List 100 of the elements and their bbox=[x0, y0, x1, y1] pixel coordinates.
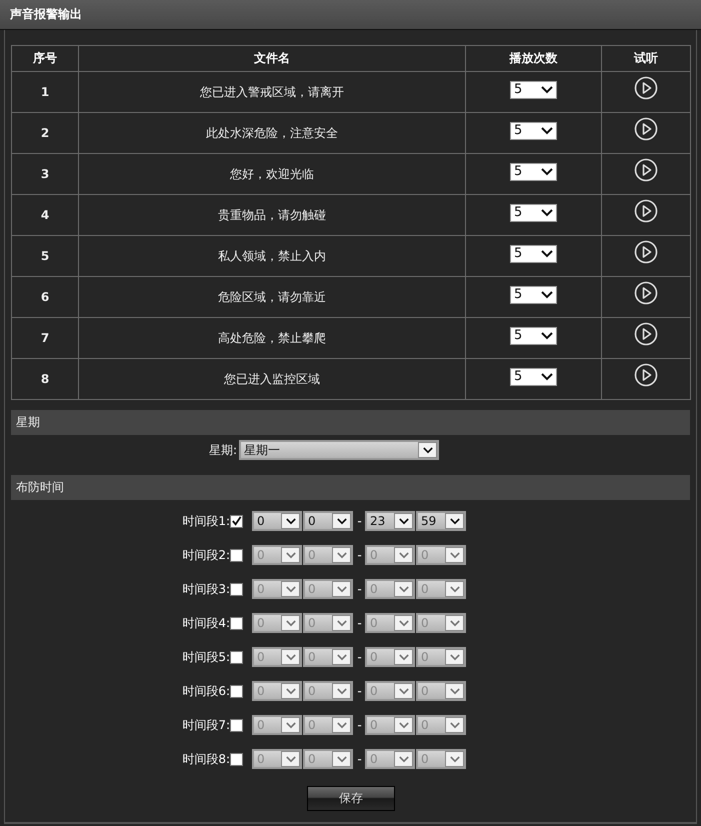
period-label: 时间段8: bbox=[181, 750, 230, 768]
play-icon[interactable] bbox=[634, 76, 658, 100]
play-icon[interactable] bbox=[634, 322, 658, 346]
table-cell: 1 bbox=[12, 72, 78, 112]
time-dropdown[interactable]: 0 bbox=[303, 511, 353, 531]
checkbox[interactable] bbox=[230, 548, 243, 562]
chevron-down-icon bbox=[450, 586, 460, 592]
count-dropdown[interactable]: 5 bbox=[510, 80, 557, 99]
play-icon[interactable] bbox=[634, 199, 658, 223]
count-dropdown[interactable]: 5 bbox=[510, 162, 557, 181]
time-dropdown[interactable]: 0 bbox=[252, 715, 302, 735]
count-dropdown[interactable]: 5 bbox=[510, 204, 557, 222]
section-title: 布防时间 bbox=[16, 479, 64, 496]
chevron-down-icon bbox=[286, 552, 296, 558]
period-label: 时间段2: bbox=[181, 546, 230, 564]
time-dropdown[interactable]: 0 bbox=[365, 579, 415, 599]
time-dropdown[interactable]: 0 bbox=[303, 749, 353, 769]
chevron-down-icon bbox=[422, 446, 433, 454]
checkbox[interactable] bbox=[230, 718, 243, 732]
period-label: 时间段3: bbox=[181, 580, 230, 598]
count-dropdown[interactable]: 5 bbox=[510, 368, 557, 386]
time-dropdown[interactable]: 0 bbox=[303, 715, 353, 735]
time-dropdown[interactable]: 0 bbox=[252, 613, 302, 633]
play-icon[interactable] bbox=[634, 240, 658, 264]
play-icon[interactable] bbox=[634, 281, 658, 305]
chevron-down-icon bbox=[336, 586, 346, 592]
count-dropdown[interactable]: 5 bbox=[510, 244, 557, 263]
chevron-down-icon bbox=[541, 372, 553, 381]
chevron-down-icon bbox=[450, 552, 460, 558]
time-dropdown[interactable]: 0 bbox=[303, 545, 353, 565]
weekday-label: 星期: bbox=[209, 442, 238, 458]
time-dropdown[interactable]: 0 bbox=[252, 749, 302, 769]
time-dropdown[interactable]: 0 bbox=[416, 545, 466, 565]
time-dropdown[interactable]: 0 bbox=[416, 715, 466, 735]
range-separator: - bbox=[356, 548, 363, 562]
time-dropdown[interactable]: 0 bbox=[303, 579, 353, 599]
chevron-down-icon bbox=[336, 518, 346, 524]
time-dropdown[interactable]: 0 bbox=[365, 681, 415, 701]
time-dropdown[interactable]: 0 bbox=[252, 647, 302, 667]
time-dropdown[interactable]: 0 bbox=[303, 647, 353, 667]
play-icon[interactable] bbox=[634, 363, 658, 387]
time-dropdown[interactable]: 0 bbox=[252, 511, 302, 531]
time-dropdown[interactable]: 0 bbox=[416, 579, 466, 599]
save-button[interactable]: 保存 bbox=[307, 786, 395, 811]
chevron-down-icon bbox=[286, 756, 296, 762]
checkbox[interactable] bbox=[230, 752, 243, 766]
time-dropdown[interactable]: 0 bbox=[365, 545, 415, 565]
time-dropdown[interactable]: 23 bbox=[365, 511, 415, 531]
count-dropdown[interactable]: 5 bbox=[510, 122, 557, 140]
count-dropdown[interactable]: 5 bbox=[510, 326, 557, 345]
table-cell: 您好，欢迎光临 bbox=[78, 154, 466, 194]
range-separator: - bbox=[356, 718, 363, 732]
range-separator: - bbox=[356, 514, 363, 528]
table-cell: 贵重物品，请勿触碰 bbox=[78, 194, 466, 236]
chevron-down-icon bbox=[336, 722, 346, 728]
time-dropdown[interactable]: 0 bbox=[252, 579, 302, 599]
period-label: 时间段7: bbox=[181, 716, 230, 734]
checkbox[interactable] bbox=[230, 650, 243, 664]
chevron-down-icon bbox=[541, 290, 553, 299]
time-dropdown[interactable]: 0 bbox=[303, 613, 353, 633]
weekday-dropdown[interactable]: 星期一 bbox=[239, 440, 440, 460]
time-dropdown[interactable]: 0 bbox=[303, 681, 353, 701]
chevron-down-icon bbox=[450, 518, 460, 524]
table-cell: 5 bbox=[12, 236, 78, 276]
period-label: 时间段1: bbox=[181, 512, 230, 530]
chevron-down-icon bbox=[541, 168, 553, 176]
time-dropdown[interactable]: 0 bbox=[416, 647, 466, 667]
checkbox[interactable] bbox=[230, 684, 243, 698]
table-cell: 危险区域，请勿靠近 bbox=[78, 276, 466, 318]
time-dropdown[interactable]: 0 bbox=[252, 545, 302, 565]
chevron-down-icon bbox=[398, 518, 408, 524]
time-dropdown[interactable]: 0 bbox=[416, 681, 466, 701]
chevron-down-icon bbox=[336, 756, 346, 762]
play-icon[interactable] bbox=[634, 117, 658, 141]
range-separator: - bbox=[356, 650, 363, 664]
time-dropdown[interactable]: 0 bbox=[416, 749, 466, 769]
time-dropdown[interactable]: 0 bbox=[252, 681, 302, 701]
time-dropdown[interactable]: 59 bbox=[416, 511, 466, 531]
time-dropdown[interactable]: 0 bbox=[365, 749, 415, 769]
count-dropdown[interactable]: 5 bbox=[510, 286, 557, 304]
chevron-down-icon bbox=[541, 208, 553, 217]
table-cell: 3 bbox=[12, 154, 78, 194]
chevron-down-icon bbox=[398, 552, 408, 558]
checkbox[interactable] bbox=[230, 514, 243, 528]
table-cell: 您已进入监控区域 bbox=[78, 358, 466, 400]
chevron-down-icon bbox=[398, 654, 408, 660]
checkbox[interactable] bbox=[230, 616, 243, 630]
time-dropdown[interactable]: 0 bbox=[365, 613, 415, 633]
chevron-down-icon bbox=[286, 586, 296, 592]
chevron-down-icon bbox=[336, 552, 346, 558]
time-dropdown[interactable]: 0 bbox=[416, 613, 466, 633]
time-dropdown[interactable]: 0 bbox=[365, 715, 415, 735]
checkbox[interactable] bbox=[230, 582, 243, 596]
table-cell: 此处水深危险，注意安全 bbox=[78, 112, 466, 154]
column-header: 文件名 bbox=[78, 46, 466, 72]
play-icon[interactable] bbox=[634, 158, 658, 182]
table-cell: 6 bbox=[12, 276, 78, 318]
chevron-down-icon bbox=[336, 654, 346, 660]
time-dropdown[interactable]: 0 bbox=[365, 647, 415, 667]
section-title: 星期 bbox=[16, 414, 40, 431]
